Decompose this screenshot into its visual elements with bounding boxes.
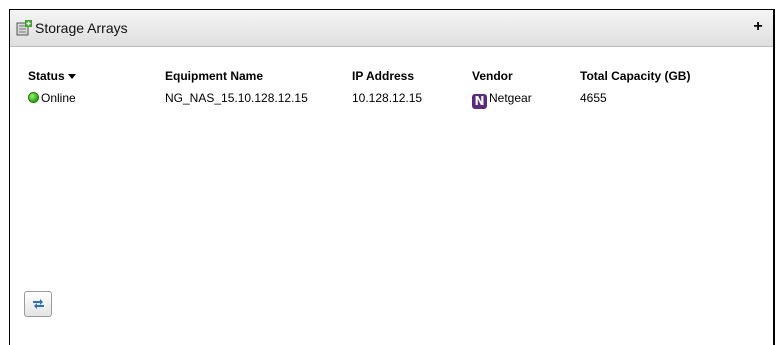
total-capacity-cell: 4655 xyxy=(580,91,607,105)
equipment-name-cell: NG_NAS_15.10.128.12.15 xyxy=(165,91,308,105)
storage-arrays-table: Status Equipment Name IP Address Vendor … xyxy=(28,68,748,112)
ip-address-cell: 10.128.12.15 xyxy=(352,91,423,105)
panel-title: Storage Arrays xyxy=(35,20,128,36)
status-cell: Online xyxy=(28,90,76,106)
column-header-total-capacity[interactable]: Total Capacity (GB) xyxy=(580,68,690,84)
sort-descending-icon xyxy=(67,74,76,80)
netgear-logo-icon: N xyxy=(472,94,487,109)
status-text: Online xyxy=(41,91,76,105)
storage-array-add-icon xyxy=(16,20,32,36)
column-header-ip-address[interactable]: IP Address xyxy=(352,68,414,84)
table-header-row: Status Equipment Name IP Address Vendor … xyxy=(28,68,748,90)
column-header-vendor[interactable]: Vendor xyxy=(472,68,513,84)
online-status-icon xyxy=(28,92,39,103)
refresh-arrows-icon xyxy=(33,299,44,309)
add-storage-array-button[interactable]: + xyxy=(749,17,767,37)
panel-header: Storage Arrays + xyxy=(10,10,773,47)
column-header-equipment-name[interactable]: Equipment Name xyxy=(165,68,263,84)
storage-arrays-panel: Storage Arrays + Status Equipment Name I… xyxy=(9,9,775,345)
refresh-button[interactable] xyxy=(24,291,52,317)
table-row[interactable]: Online NG_NAS_15.10.128.12.15 10.128.12.… xyxy=(28,90,748,112)
column-header-status[interactable]: Status xyxy=(28,68,76,84)
vendor-text: Netgear xyxy=(489,91,532,105)
vendor-cell: N Netgear xyxy=(472,90,532,109)
